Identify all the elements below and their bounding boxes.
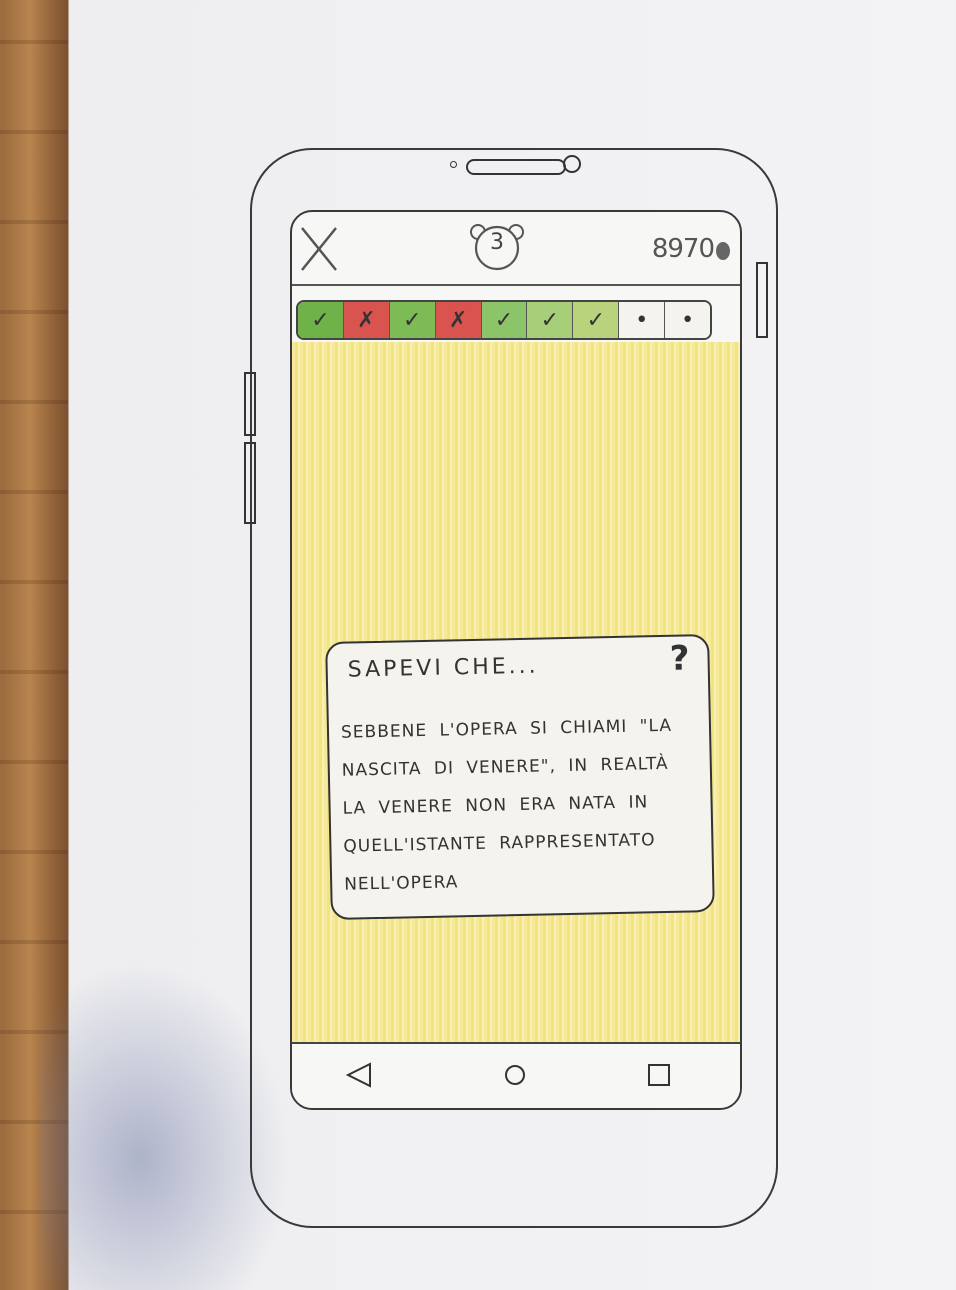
volume-up-button <box>244 372 256 436</box>
app-screen: 3 8970 ✓ ✗ ✓ ✗ ✓ ✓ ✓ • • SAPEVI CHE... ? SEBBENE… <box>290 210 742 1110</box>
progress-segment-correct: ✓ <box>298 302 344 338</box>
home-circle-icon[interactable] <box>500 1060 530 1090</box>
power-button <box>756 262 768 338</box>
progress-segment-pending: • <box>665 302 710 338</box>
progress-segment-pending: • <box>619 302 666 338</box>
level-number: 3 <box>490 230 504 255</box>
front-camera <box>563 155 581 173</box>
recents-square-icon[interactable] <box>644 1060 674 1090</box>
progress-segment-wrong: ✗ <box>435 302 482 338</box>
question-icon[interactable]: ? <box>669 638 690 678</box>
content-area: SAPEVI CHE... ? SEBBENE L'OPERA SI CHIAM… <box>292 342 740 1044</box>
close-icon[interactable] <box>298 224 340 274</box>
back-triangle-icon[interactable] <box>344 1060 374 1090</box>
progress-segment-correct: ✓ <box>481 302 528 338</box>
volume-down-button <box>244 442 256 524</box>
progress-segment-wrong: ✗ <box>343 302 390 338</box>
fun-fact-card: SAPEVI CHE... ? SEBBENE L'OPERA SI CHIAM… <box>325 634 715 920</box>
top-bar: 3 8970 <box>292 212 740 286</box>
card-title: SAPEVI CHE... <box>347 653 539 683</box>
coin-icon <box>716 242 730 260</box>
score-counter: 8970 <box>651 234 715 264</box>
progress-segment-correct: ✓ <box>573 302 620 338</box>
card-body: SEBBENE L'OPERA SI CHIAMI "LA NASCITA DI… <box>340 715 673 895</box>
answer-progress-bar: ✓ ✗ ✓ ✗ ✓ ✓ ✓ • • <box>296 300 712 340</box>
progress-segment-correct: ✓ <box>527 302 574 338</box>
level-badge: 3 <box>468 220 526 272</box>
sensor <box>450 161 457 168</box>
speaker <box>466 159 566 175</box>
progress-segment-correct: ✓ <box>389 302 436 338</box>
system-nav-bar <box>292 1042 740 1108</box>
